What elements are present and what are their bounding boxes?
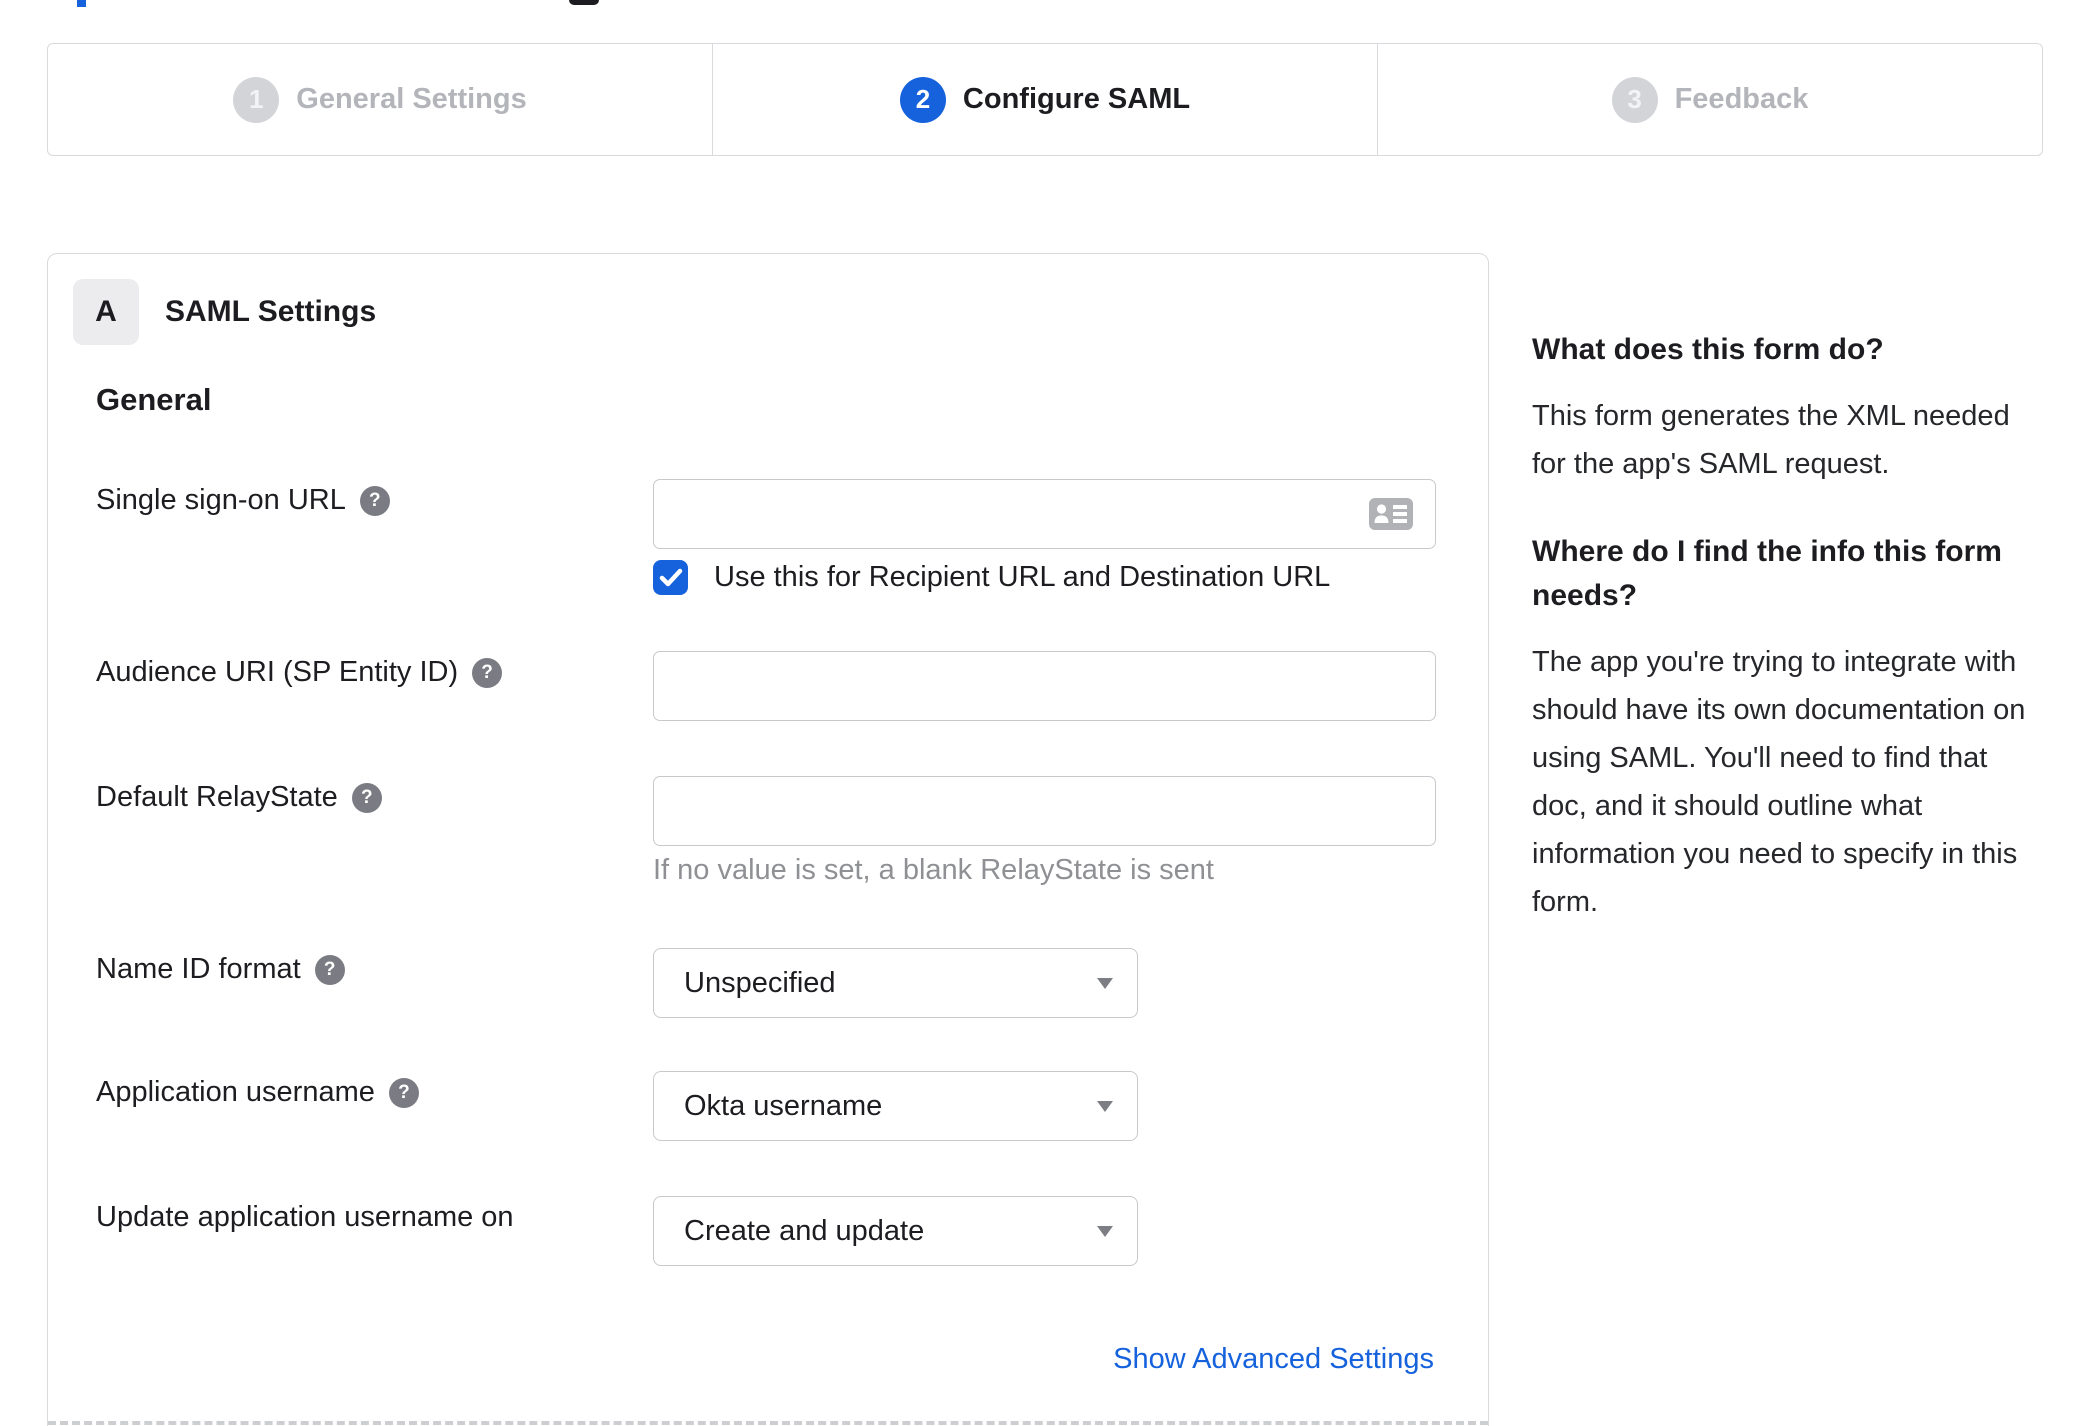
application-username-select[interactable]: Okta username bbox=[653, 1071, 1138, 1141]
relaystate-input[interactable] bbox=[653, 776, 1436, 846]
step-general-settings[interactable]: 1 General Settings bbox=[48, 44, 713, 155]
help-icon[interactable]: ? bbox=[472, 657, 503, 688]
step-label: Feedback bbox=[1674, 83, 1809, 115]
step-feedback[interactable]: 3 Feedback bbox=[1378, 44, 2042, 155]
name-id-format-select[interactable]: Unspecified bbox=[653, 948, 1138, 1018]
name-id-format-label: Name ID format ? bbox=[96, 953, 345, 986]
section-title: SAML Settings bbox=[165, 295, 377, 328]
sso-url-label: Single sign-on URL ? bbox=[96, 484, 390, 517]
clipped-title-fragment bbox=[77, 0, 86, 7]
update-username-label: Update application username on bbox=[96, 1201, 514, 1233]
clipped-logo-fragment bbox=[569, 0, 599, 5]
chevron-down-icon bbox=[1097, 1101, 1113, 1112]
application-username-label: Application username ? bbox=[96, 1076, 419, 1109]
configure-saml-page: 1 General Settings 2 Configure SAML 3 Fe… bbox=[0, 0, 2092, 1426]
chevron-down-icon bbox=[1097, 978, 1113, 989]
step-configure-saml[interactable]: 2 Configure SAML bbox=[713, 44, 1378, 155]
help-question-2-body: The app you're trying to integrate with … bbox=[1532, 646, 2026, 918]
help-panel: What does this form do? This form genera… bbox=[1532, 328, 2037, 968]
recipient-url-checkbox[interactable] bbox=[653, 560, 688, 595]
step-number-badge: 3 bbox=[1611, 76, 1658, 123]
section-a-badge: A bbox=[73, 279, 139, 345]
help-icon[interactable]: ? bbox=[314, 954, 345, 985]
relaystate-label: Default RelayState ? bbox=[96, 781, 382, 814]
relaystate-helper-text: If no value is set, a blank RelayState i… bbox=[653, 854, 1214, 886]
step-number-badge: 2 bbox=[899, 76, 946, 123]
step-label: Configure SAML bbox=[962, 83, 1191, 115]
step-label: General Settings bbox=[296, 83, 527, 115]
help-icon[interactable]: ? bbox=[388, 1077, 419, 1108]
address-card-icon[interactable] bbox=[1368, 496, 1414, 532]
wizard-stepper: 1 General Settings 2 Configure SAML 3 Fe… bbox=[47, 43, 2043, 156]
help-question-1-body: This form generates the XML needed for t… bbox=[1532, 400, 2010, 480]
chevron-down-icon bbox=[1097, 1226, 1113, 1237]
help-question-1-title: What does this form do? bbox=[1532, 333, 1884, 366]
section-dashed-divider bbox=[48, 1421, 1488, 1425]
help-question-2-title: Where do I find the info this form needs… bbox=[1532, 535, 2002, 612]
update-username-select[interactable]: Create and update bbox=[653, 1196, 1138, 1266]
group-title-general: General bbox=[96, 382, 212, 417]
audience-uri-input[interactable] bbox=[653, 651, 1436, 721]
step-number-badge: 1 bbox=[233, 76, 280, 123]
audience-uri-label: Audience URI (SP Entity ID) ? bbox=[96, 656, 503, 689]
help-icon[interactable]: ? bbox=[351, 782, 382, 813]
show-advanced-settings-link[interactable]: Show Advanced Settings bbox=[1113, 1343, 1434, 1376]
recipient-url-checkbox-row: Use this for Recipient URL and Destinati… bbox=[653, 560, 1330, 595]
help-icon[interactable]: ? bbox=[359, 485, 390, 516]
recipient-url-checkbox-label: Use this for Recipient URL and Destinati… bbox=[714, 561, 1331, 593]
sso-url-input[interactable] bbox=[653, 479, 1436, 549]
saml-settings-card: A SAML Settings General Single sign-on U… bbox=[47, 253, 1489, 1426]
